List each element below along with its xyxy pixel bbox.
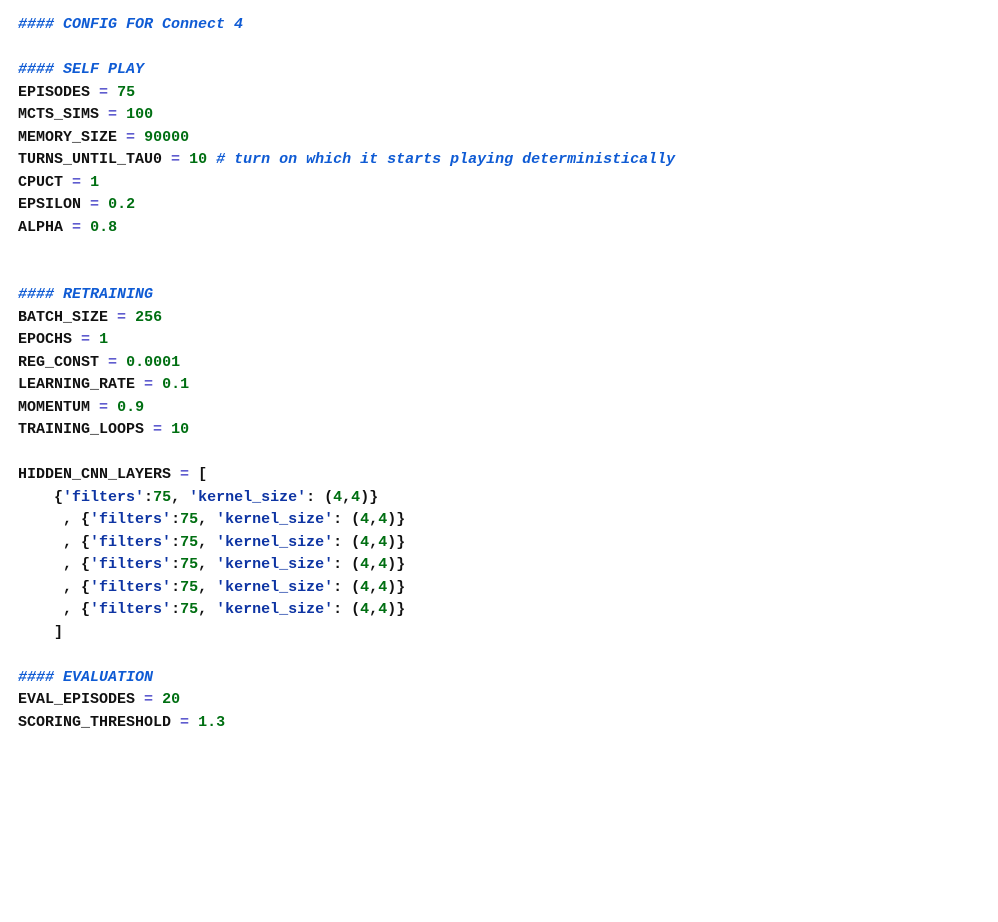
code-line: #### CONFIG FOR Connect 4 (18, 14, 980, 37)
code-line: EPOCHS = 1 (18, 329, 980, 352)
code-line: , {'filters':75, 'kernel_size': (4,4)} (18, 554, 980, 577)
code-line: , {'filters':75, 'kernel_size': (4,4)} (18, 577, 980, 600)
blank-line (18, 442, 980, 465)
code-line: TURNS_UNTIL_TAU0 = 10 # turn on which it… (18, 149, 980, 172)
code-line: LEARNING_RATE = 0.1 (18, 374, 980, 397)
code-line: TRAINING_LOOPS = 10 (18, 419, 980, 442)
blank-line (18, 262, 980, 285)
code-block: #### CONFIG FOR Connect 4#### SELF PLAYE… (18, 14, 980, 734)
code-line: SCORING_THRESHOLD = 1.3 (18, 712, 980, 735)
code-line: #### RETRAINING (18, 284, 980, 307)
code-line: MCTS_SIMS = 100 (18, 104, 980, 127)
code-line: ] (18, 622, 980, 645)
code-line: MOMENTUM = 0.9 (18, 397, 980, 420)
code-line: EVAL_EPISODES = 20 (18, 689, 980, 712)
code-line: , {'filters':75, 'kernel_size': (4,4)} (18, 599, 980, 622)
code-line: CPUCT = 1 (18, 172, 980, 195)
code-line: EPSILON = 0.2 (18, 194, 980, 217)
code-line: #### SELF PLAY (18, 59, 980, 82)
code-line: {'filters':75, 'kernel_size': (4,4)} (18, 487, 980, 510)
code-line: ALPHA = 0.8 (18, 217, 980, 240)
code-line: BATCH_SIZE = 256 (18, 307, 980, 330)
code-line: HIDDEN_CNN_LAYERS = [ (18, 464, 980, 487)
code-line: EPISODES = 75 (18, 82, 980, 105)
blank-line (18, 37, 980, 60)
blank-line (18, 239, 980, 262)
code-line: , {'filters':75, 'kernel_size': (4,4)} (18, 509, 980, 532)
blank-line (18, 644, 980, 667)
code-line: #### EVALUATION (18, 667, 980, 690)
code-line: MEMORY_SIZE = 90000 (18, 127, 980, 150)
code-line: , {'filters':75, 'kernel_size': (4,4)} (18, 532, 980, 555)
code-line: REG_CONST = 0.0001 (18, 352, 980, 375)
